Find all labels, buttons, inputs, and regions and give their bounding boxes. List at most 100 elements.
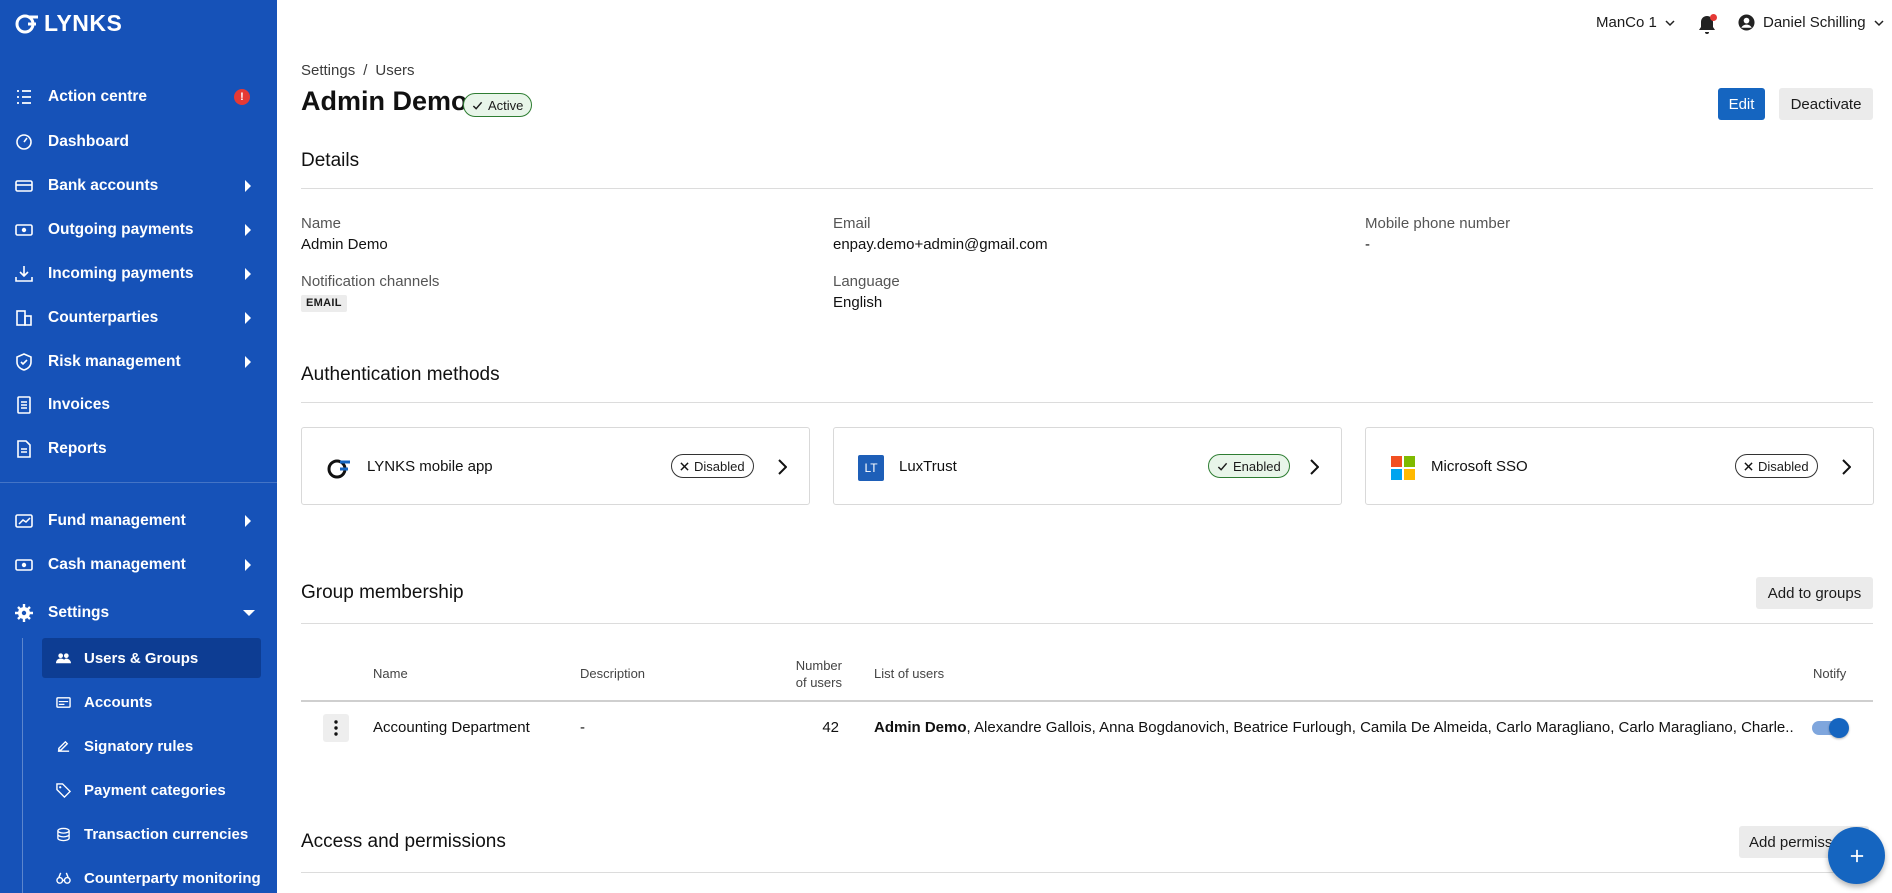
caret-down-icon (243, 610, 255, 616)
app-logo[interactable]: LYNKS (14, 10, 122, 37)
chevron-right-icon (778, 459, 787, 475)
luxtrust-icon-text: LT (864, 461, 878, 475)
details-divider (301, 188, 1873, 189)
sidebar-item-incoming-payments[interactable]: Incoming payments (0, 254, 277, 294)
email-value: enpay.demo+admin@gmail.com (833, 236, 1048, 253)
sidebar-sub-payment-categories[interactable]: Payment categories (42, 770, 261, 810)
fab-add-button[interactable] (1828, 827, 1885, 884)
entity-selector[interactable]: ManCo 1 (1596, 14, 1675, 31)
gear-icon (14, 603, 34, 623)
coins-icon (54, 825, 72, 843)
binoculars-icon (54, 869, 72, 887)
sidebar-item-dashboard[interactable]: Dashboard (0, 122, 277, 162)
more-vertical-icon (334, 720, 338, 736)
close-icon (680, 461, 689, 471)
sidebar-item-risk-management[interactable]: Risk management (0, 342, 277, 382)
sidebar-sub-transaction-currencies[interactable]: Transaction currencies (42, 814, 261, 854)
luxtrust-icon: LT (858, 455, 884, 481)
notifications-button[interactable] (1697, 14, 1717, 36)
column-header-number-of-users[interactable]: Number of users (790, 657, 842, 691)
group-membership-title: Group membership (301, 582, 464, 603)
column-header-list-of-users[interactable]: List of users (874, 666, 944, 681)
phone-label: Mobile phone number (1365, 215, 1511, 232)
auth-card-luxtrust[interactable]: LT LuxTrust Enabled (833, 427, 1342, 505)
column-header-notify[interactable]: Notify (1813, 666, 1846, 681)
access-permissions-title: Access and permissions (301, 831, 506, 852)
sidebar-item-bank-accounts[interactable]: Bank accounts (0, 166, 277, 206)
status-badge: Active (463, 93, 533, 117)
check-icon (1217, 462, 1228, 471)
group-users-cell: Admin Demo, Alexandre Gallois, Anna Bogd… (874, 719, 1794, 736)
breadcrumb-users-link[interactable]: Users (375, 62, 414, 79)
download-tray-icon (14, 264, 34, 284)
sidebar-item-label: Settings (48, 604, 110, 621)
sidebar-item-label: Outgoing payments (48, 221, 194, 238)
column-header-description[interactable]: Description (580, 666, 645, 681)
caret-right-icon (245, 356, 251, 368)
language-value: English (833, 294, 883, 311)
cash-icon (14, 555, 34, 575)
chevron-down-icon (1874, 19, 1884, 26)
sidebar-item-outgoing-payments[interactable]: Outgoing payments (0, 210, 277, 250)
sidebar-item-cash-management[interactable]: Cash management (0, 545, 277, 585)
caret-right-icon (245, 312, 251, 324)
column-header-name[interactable]: Name (373, 666, 408, 681)
auth-status-label: Enabled (1233, 458, 1281, 474)
name-label: Name (301, 215, 342, 232)
sidebar-sub-counterparty-monitoring[interactable]: Counterparty monitoring (42, 858, 261, 893)
sidebar-item-settings[interactable]: Settings (0, 593, 277, 633)
group-users-rest: , Alexandre Gallois, Anna Bogdanovich, B… (966, 719, 1794, 736)
sidebar-sub-label: Counterparty monitoring (84, 869, 261, 887)
deactivate-button[interactable]: Deactivate (1779, 88, 1873, 120)
plus-icon (1850, 849, 1863, 862)
document-icon (14, 395, 34, 415)
name-value: Admin Demo (301, 236, 388, 253)
breadcrumb-settings-link[interactable]: Settings (301, 62, 355, 79)
sidebar-sub-users-groups[interactable]: Users & Groups (42, 638, 261, 678)
sidebar-sub-label: Accounts (84, 693, 153, 711)
checklist-icon (14, 87, 34, 107)
groups-divider (301, 623, 1873, 624)
dashboard-gauge-icon (14, 132, 34, 152)
signature-icon (54, 737, 72, 755)
sidebar-item-label: Bank accounts (48, 177, 159, 194)
group-count-cell: 42 (822, 719, 839, 736)
notify-toggle[interactable] (1812, 717, 1850, 739)
auth-method-name: Microsoft SSO (1431, 458, 1528, 475)
sidebar-sub-accounts[interactable]: Accounts (42, 682, 261, 722)
sidebar-item-invoices[interactable]: Invoices (0, 385, 277, 425)
sidebar-item-label: Action centre (48, 88, 148, 105)
caret-right-icon (245, 180, 251, 192)
sidebar-item-fund-management[interactable]: Fund management (0, 501, 277, 541)
accounts-card-icon (54, 693, 72, 711)
sidebar-sub-signatory-rules[interactable]: Signatory rules (42, 726, 261, 766)
row-actions-button[interactable] (323, 714, 349, 742)
sidebar-item-label: Cash management (48, 556, 186, 573)
sidebar-item-label: Incoming payments (48, 265, 194, 282)
user-menu[interactable]: Daniel Schilling (1738, 14, 1884, 31)
sidebar-divider (0, 482, 277, 483)
sidebar-item-counterparties[interactable]: Counterparties (0, 298, 277, 338)
sidebar-item-label: Fund management (48, 512, 186, 529)
users-icon (54, 649, 72, 667)
email-label: Email (833, 215, 871, 232)
user-name: Daniel Schilling (1763, 14, 1866, 31)
details-title: Details (301, 150, 360, 171)
auth-methods-title: Authentication methods (301, 364, 500, 385)
auth-card-lynks-app[interactable]: LYNKS mobile app Disabled (301, 427, 810, 505)
sidebar: LYNKS Action centre ! Dashboard Bank acc… (0, 0, 277, 893)
sidebar-item-action-centre[interactable]: Action centre ! (0, 77, 277, 117)
app-name: LYNKS (44, 10, 123, 36)
sidebar-sub-label: Payment categories (84, 781, 226, 799)
caret-right-icon (245, 515, 251, 527)
edit-button[interactable]: Edit (1718, 88, 1765, 120)
auth-card-microsoft-sso[interactable]: Microsoft SSO Disabled (1365, 427, 1874, 505)
add-to-groups-button[interactable]: Add to groups (1756, 577, 1873, 609)
chevron-right-icon (1310, 459, 1319, 475)
auth-status-label: Disabled (1758, 458, 1809, 474)
sidebar-item-label: Risk management (48, 353, 181, 370)
sidebar-item-reports[interactable]: Reports (0, 429, 277, 469)
sidebar-item-label: Counterparties (48, 309, 159, 326)
sidebar-item-label: Dashboard (48, 133, 129, 150)
notification-channel-tag: EMAIL (301, 295, 347, 312)
